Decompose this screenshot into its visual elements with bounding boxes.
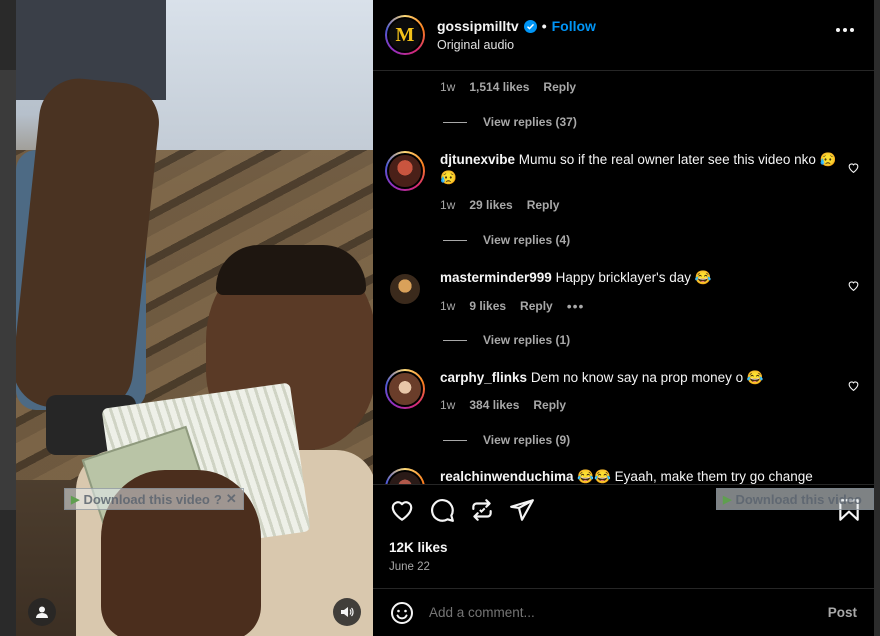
comment-text-block: realchinwenduchima 😂😂 Eyaah, make them t… [440, 468, 840, 484]
post-panel: M gossipmilltv • Follow Original audio 1… [373, 0, 874, 636]
reel-video[interactable]: ▶ Download this video ? ✕ [16, 0, 373, 636]
download-label: Download this video [83, 491, 210, 507]
view-replies-button[interactable]: View replies (1) [443, 333, 570, 347]
likes-count[interactable]: 12K likes [389, 540, 448, 555]
view-replies-label: View replies (1) [483, 333, 571, 347]
download-overlay[interactable]: ▶ Download this video ? ✕ [64, 488, 244, 510]
view-replies-label: View replies (4) [483, 233, 571, 247]
comment-item: realchinwenduchima 😂😂 Eyaah, make them t… [385, 468, 865, 484]
reply-button[interactable]: Reply [527, 198, 560, 212]
comment-text-block: djtunexvibe Mumu so if the real owner la… [440, 151, 840, 191]
close-icon[interactable]: ✕ [226, 491, 237, 507]
heart-icon[interactable] [847, 379, 860, 392]
comment-form: Post [373, 588, 874, 636]
replies-line [443, 121, 467, 123]
video-hair [216, 245, 366, 295]
scrollbar[interactable] [874, 0, 880, 636]
replies-line [443, 239, 467, 241]
comment-time: 1w [440, 398, 456, 412]
heart-icon[interactable] [389, 497, 415, 523]
commenter-avatar[interactable] [385, 468, 425, 484]
comment-icon[interactable] [429, 497, 455, 523]
comment-body: 😂😂 Eyaah, make them try go change [577, 469, 813, 484]
heart-icon[interactable] [847, 161, 860, 174]
comment-likes[interactable]: 384 likes [469, 398, 519, 412]
comment-time: 1w [440, 198, 456, 212]
comment-time: 1w [440, 299, 456, 313]
view-replies-button[interactable]: View replies (37) [443, 115, 577, 129]
comment-more-icon[interactable]: ••• [567, 298, 585, 314]
comment-meta: 1w 29 likes Reply [440, 198, 559, 212]
audio-toggle-button[interactable] [333, 598, 361, 626]
commenter-username[interactable]: djtunexvibe [440, 152, 515, 167]
download-label: Download this video [735, 491, 862, 507]
download-overlay[interactable]: ▶ Download this video [716, 488, 874, 510]
comment-time: 1w [440, 80, 456, 94]
replies-line [443, 439, 467, 441]
commenter-avatar[interactable] [385, 269, 425, 309]
comment-input[interactable] [429, 605, 828, 620]
view-replies-button[interactable]: View replies (4) [443, 233, 570, 247]
commenter-username[interactable]: masterminder999 [440, 270, 552, 285]
comment-meta: 1w 1,514 likes Reply [440, 80, 576, 94]
follow-button[interactable]: Follow [552, 18, 596, 34]
view-replies-button[interactable]: View replies (9) [443, 433, 570, 447]
author-row: gossipmilltv • Follow [437, 18, 596, 34]
separator-dot: • [541, 18, 547, 34]
post-comment-button[interactable]: Post [828, 605, 857, 620]
help-icon[interactable]: ? [214, 492, 222, 507]
video-sky [136, 0, 373, 150]
play-icon: ▶ [723, 493, 732, 506]
emoji-icon[interactable] [390, 601, 414, 625]
commenter-avatar[interactable] [385, 369, 425, 409]
speaker-icon [341, 607, 354, 617]
comment-likes[interactable]: 1,514 likes [469, 80, 529, 94]
comment-item: djtunexvibe Mumu so if the real owner la… [385, 151, 865, 191]
commenter-avatar[interactable] [385, 151, 425, 191]
user-icon [36, 606, 48, 618]
author-info: gossipmilltv • Follow Original audio [437, 18, 596, 52]
view-replies-label: View replies (9) [483, 433, 571, 447]
replies-line [443, 339, 467, 341]
reply-button[interactable]: Reply [520, 299, 553, 313]
backdrop-block [0, 70, 16, 510]
heart-icon[interactable] [847, 279, 860, 292]
author-avatar-image: M [387, 17, 423, 53]
repost-icon[interactable] [469, 497, 495, 523]
reply-button[interactable]: Reply [533, 398, 566, 412]
commenter-username[interactable]: realchinwenduchima [440, 469, 574, 484]
audio-label[interactable]: Original audio [437, 38, 596, 52]
comment-meta: 1w 384 likes Reply [440, 398, 566, 412]
play-icon: ▶ [71, 493, 80, 506]
post-header: M gossipmilltv • Follow Original audio [373, 0, 874, 70]
post-date: June 22 [389, 561, 430, 573]
send-icon[interactable] [509, 497, 535, 523]
comments-list[interactable]: 1w 1,514 likes Reply View replies (37) d… [373, 70, 874, 484]
comment-likes[interactable]: 9 likes [469, 299, 506, 313]
more-options-icon[interactable] [836, 28, 854, 32]
commenter-username[interactable]: carphy_flinks [440, 370, 527, 385]
comment-likes[interactable]: 29 likes [469, 198, 512, 212]
tagged-users-button[interactable] [28, 598, 56, 626]
author-username[interactable]: gossipmilltv [437, 18, 519, 34]
comment-meta: 1w 9 likes Reply ••• [440, 298, 584, 314]
comment-body: Dem no know say na prop money o 😂 [530, 370, 764, 385]
author-avatar[interactable]: M [385, 15, 425, 55]
reply-button[interactable]: Reply [543, 80, 576, 94]
view-replies-label: View replies (37) [483, 115, 577, 129]
comment-body: Happy bricklayer's day 😂 [555, 270, 712, 285]
verified-badge-icon [523, 19, 537, 33]
